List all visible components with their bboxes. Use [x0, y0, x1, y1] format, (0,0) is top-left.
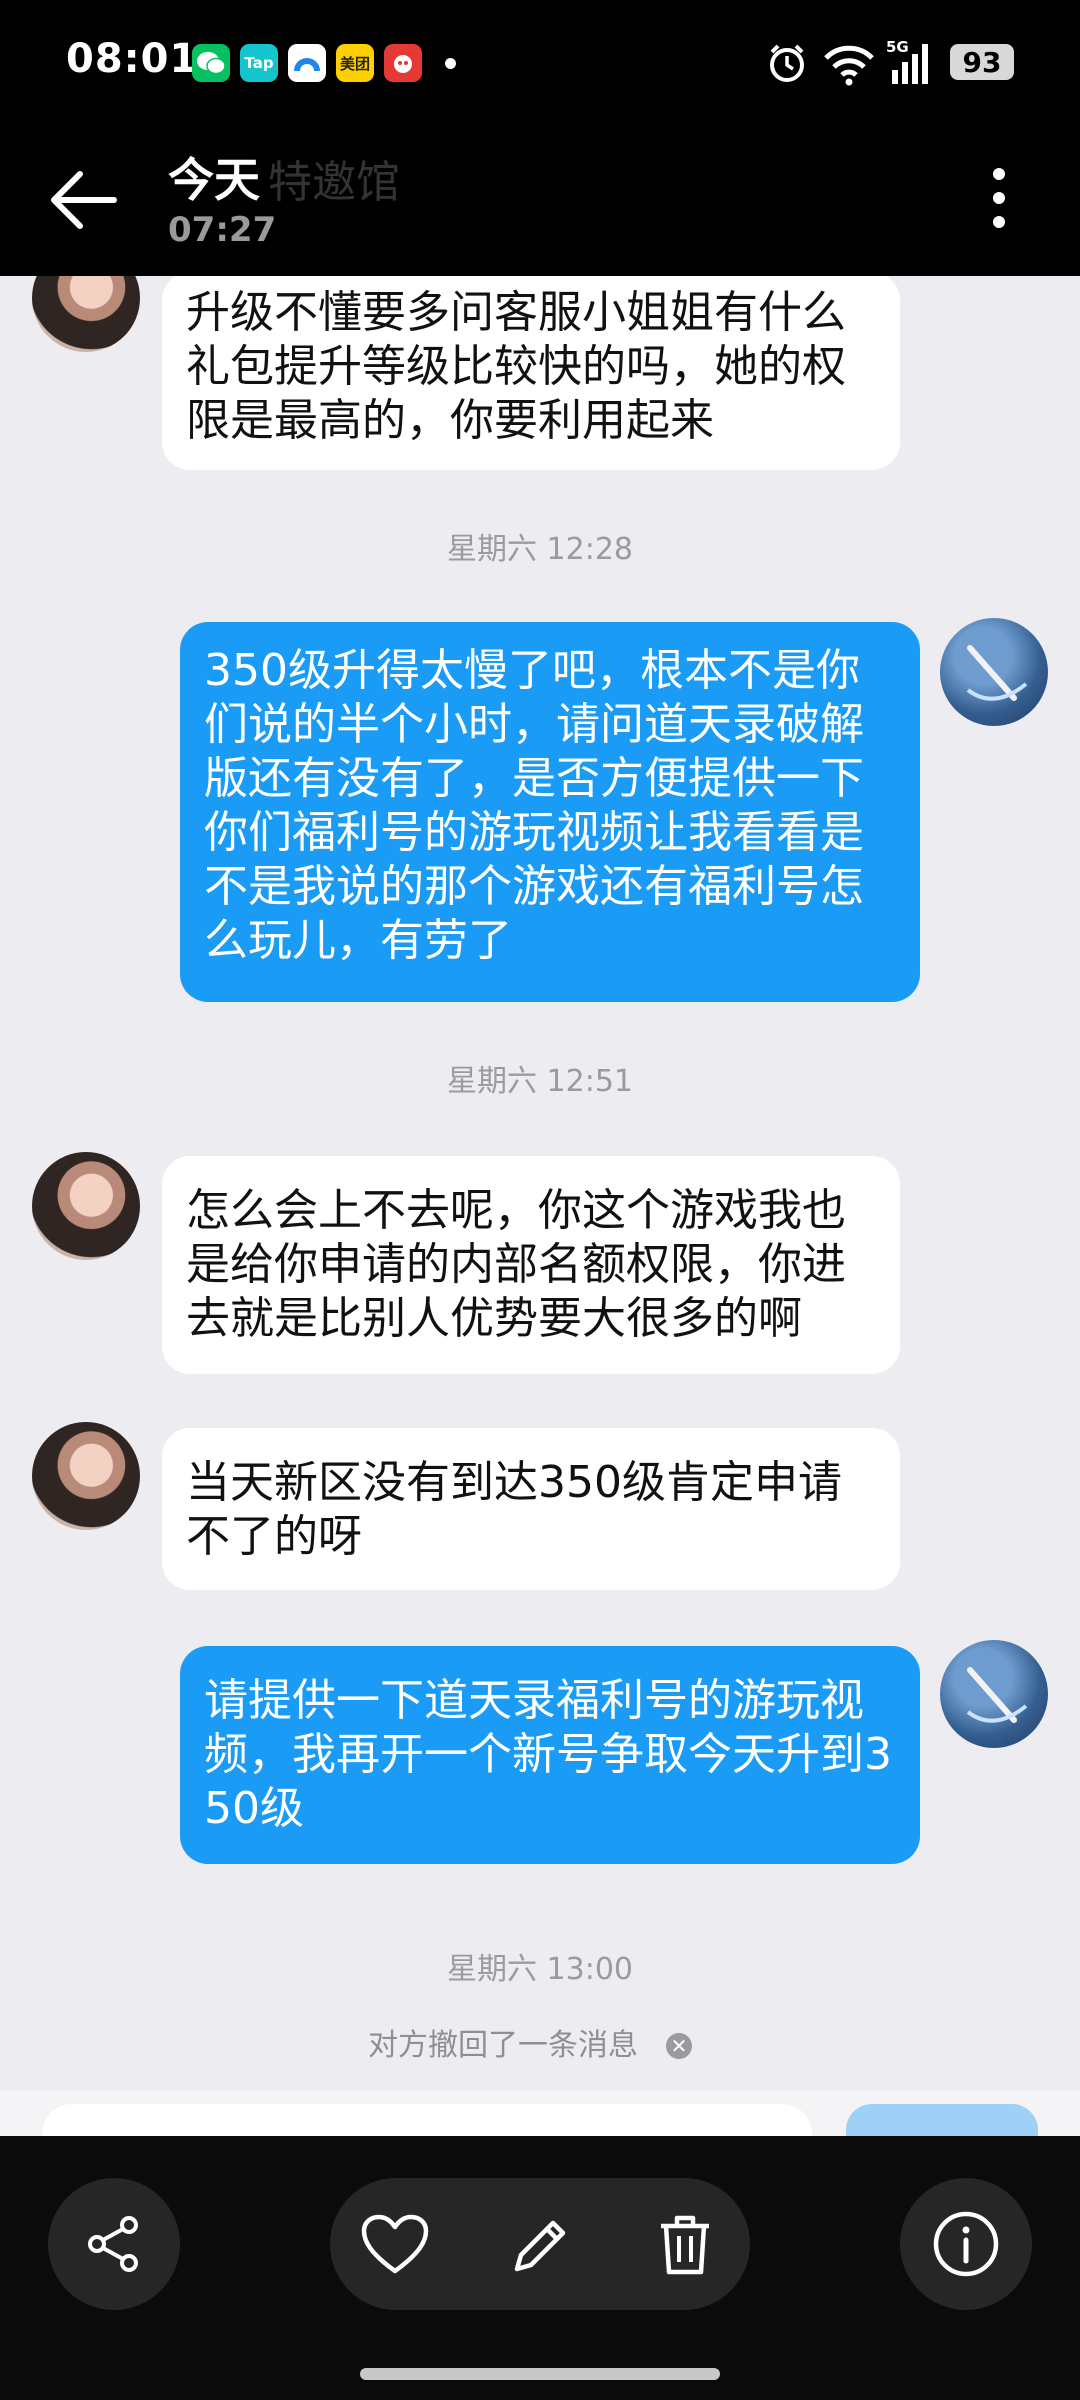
- recall-text: 对方撤回了一条消息: [368, 2028, 638, 2063]
- message-incoming[interactable]: 怎么会上不去呢，你这个游戏我也是给你申请的内部名额权限，你进去就是比别人优势要大…: [162, 1156, 900, 1374]
- share-icon: [88, 2216, 138, 2272]
- back-button[interactable]: [44, 162, 134, 238]
- message-incoming[interactable]: 升级不懂要多问客服小姐姐有什么礼包提升等级比较快的吗，她的权限是最高的，你要利用…: [162, 272, 900, 470]
- notification-dot: [445, 58, 456, 69]
- trash-icon: [661, 2215, 709, 2275]
- close-icon[interactable]: ✕: [666, 2033, 692, 2059]
- favorite-button[interactable]: [350, 2200, 440, 2290]
- signal-type: 5G: [886, 38, 909, 56]
- taptap-icon: Tap: [240, 44, 278, 82]
- page-subtitle: 07:27: [168, 210, 277, 250]
- message-incoming[interactable]: 当天新区没有到达350级肯定申请不了的呀: [162, 1428, 900, 1590]
- browser-icon: [288, 44, 326, 82]
- delete-button[interactable]: [640, 2200, 730, 2290]
- info-button[interactable]: [900, 2178, 1032, 2310]
- chat-area[interactable]: 升级不懂要多问客服小姐姐有什么礼包提升等级比较快的吗，她的权限是最高的，你要利用…: [0, 244, 1080, 2090]
- wechat-icon: [192, 44, 230, 82]
- edit-button[interactable]: [496, 2200, 586, 2290]
- chat-name-ghost: 特邀馆: [268, 157, 400, 208]
- time-separator: 星期六 13:00: [447, 1952, 633, 1987]
- signal-icon: 5G: [886, 38, 938, 86]
- message-outgoing[interactable]: 请提供一下道天录福利号的游玩视频，我再开一个新号争取今天升到350级: [180, 1646, 920, 1864]
- heart-icon: [361, 2214, 429, 2274]
- home-indicator[interactable]: [360, 2368, 720, 2380]
- user-avatar[interactable]: [940, 1640, 1048, 1748]
- time-separator: 星期六 12:28: [447, 532, 633, 567]
- user-avatar[interactable]: [940, 618, 1048, 726]
- share-button[interactable]: [48, 2178, 180, 2310]
- contact-avatar[interactable]: [32, 1152, 140, 1260]
- game-icon: [384, 44, 422, 82]
- recall-notice: 对方撤回了一条消息 ✕: [0, 2020, 1060, 2064]
- contact-avatar[interactable]: [32, 1422, 140, 1530]
- info-icon: [933, 2211, 999, 2277]
- more-icon[interactable]: [964, 162, 1034, 234]
- alarm-icon: [764, 40, 810, 86]
- top-bar: 08:01 Tap 美团 5G 93 特邀馆 今天 07:27: [0, 0, 1080, 276]
- wifi-icon: [822, 42, 876, 86]
- time-separator: 星期六 12:51: [447, 1064, 633, 1099]
- meituan-icon: 美团: [336, 44, 374, 82]
- pencil-icon: [514, 2220, 566, 2272]
- page-title: 今天: [168, 153, 260, 207]
- status-time: 08:01: [66, 36, 199, 82]
- message-outgoing[interactable]: 350级升得太慢了吧，根本不是你们说的半个小时，请问道天录破解版还有没有了，是否…: [180, 622, 920, 1002]
- battery-indicator: 93: [950, 44, 1014, 80]
